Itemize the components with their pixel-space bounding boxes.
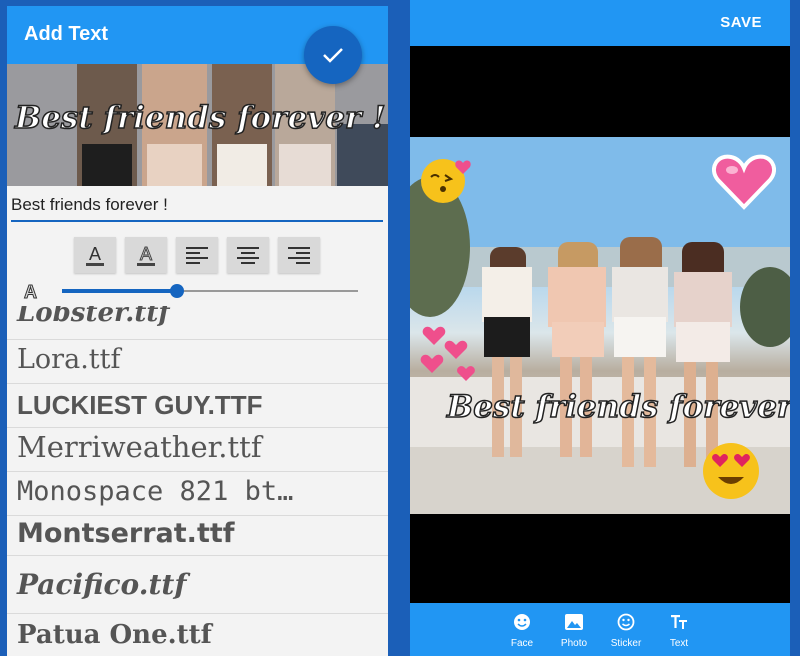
save-button[interactable]: SAVE [720, 14, 762, 31]
slider-fill [62, 289, 177, 293]
font-item-monospace[interactable]: Monospace 821 bt… [7, 472, 388, 516]
caption-input[interactable] [11, 190, 383, 222]
sticker-icon [617, 613, 635, 631]
preview-caption: Best friends forever ! [14, 99, 386, 137]
screen-title: Add Text [24, 23, 109, 45]
pink-heart-sticker[interactable] [712, 152, 776, 210]
text-icon [671, 615, 687, 629]
tool-face-label: Face [510, 638, 534, 649]
editor-toolbar: Face Photo Sticker Text [410, 603, 790, 656]
text-color-button[interactable]: A [74, 237, 116, 273]
font-item-merriweather[interactable]: Merriweather.ttf [7, 428, 388, 472]
face-icon [514, 614, 530, 630]
tool-face[interactable]: Face [496, 613, 548, 649]
slider-thumb[interactable] [170, 284, 184, 298]
align-right-icon [288, 247, 310, 264]
text-outline-glyph: A [136, 244, 155, 266]
photo-icon [565, 614, 583, 630]
font-item-lobster[interactable]: Lobster.ttf [7, 306, 388, 340]
photo-caption[interactable]: Best friends forever ! [446, 388, 790, 426]
font-item-montserrat[interactable]: Montserrat.ttf [7, 516, 388, 556]
hearts-cluster-sticker[interactable] [416, 323, 478, 385]
align-center-icon [237, 247, 259, 264]
confirm-button[interactable] [304, 26, 362, 84]
align-right-button[interactable] [278, 237, 320, 273]
text-size-slider[interactable] [62, 284, 358, 298]
tool-sticker[interactable]: Sticker [600, 613, 652, 649]
text-outline-button[interactable]: A [125, 237, 167, 273]
align-left-button[interactable] [176, 237, 218, 273]
text-color-glyph: A [85, 245, 104, 266]
font-item-lora[interactable]: Lora.ttf [7, 340, 388, 384]
tool-sticker-label: Sticker [610, 638, 642, 649]
tool-text-label: Text [669, 638, 689, 649]
editor-app-bar: SAVE [410, 0, 790, 46]
heart-eyes-emoji-sticker[interactable] [700, 441, 762, 501]
align-left-icon [186, 247, 208, 264]
font-item-pacifico[interactable]: Pacifico.ttf [7, 556, 388, 614]
align-center-button[interactable] [227, 237, 269, 273]
tool-photo[interactable]: Photo [548, 613, 600, 649]
text-size-icon: A [24, 282, 38, 303]
edited-photo: Best friends forever ! [410, 137, 790, 514]
tool-text[interactable]: Text [653, 613, 705, 649]
font-item-patua-one[interactable]: Patua One.ttf [7, 614, 388, 656]
font-list: Lobster.ttf Lora.ttf LUCKIEST GUY.TTF Me… [7, 306, 388, 656]
check-icon [323, 48, 343, 63]
add-text-screen: Add Text Best friends forever ! A A [7, 6, 388, 656]
editor-screen: SAVE Best friends forever ! Face Photo S… [410, 0, 790, 656]
kiss-emoji-sticker[interactable] [419, 153, 475, 207]
font-item-luckiest-guy[interactable]: LUCKIEST GUY.TTF [7, 384, 388, 428]
tool-photo-label: Photo [560, 638, 588, 649]
